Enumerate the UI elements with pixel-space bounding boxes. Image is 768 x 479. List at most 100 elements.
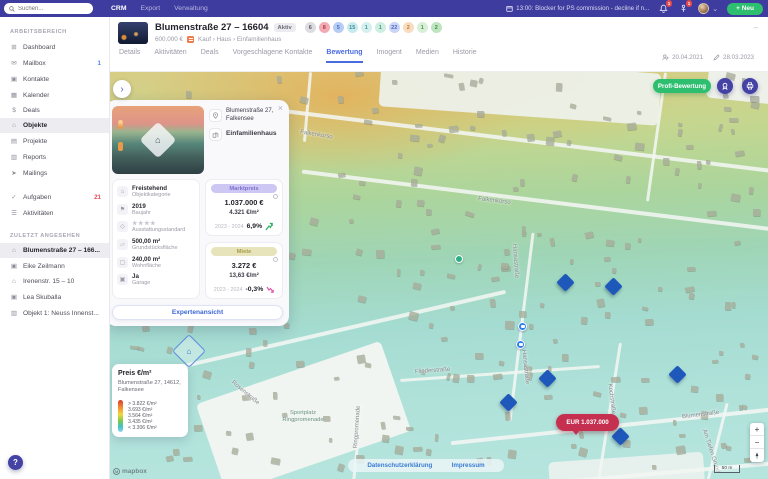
compass-button[interactable] <box>750 449 764 462</box>
tab-deals[interactable]: Deals <box>201 49 219 61</box>
sidebar-item-label: Reports <box>23 154 46 161</box>
breadcrumb: Kauf › Haus › Einfamilienhaus <box>198 36 281 43</box>
tab-aktivitaeten[interactable]: Aktivitäten <box>154 49 186 61</box>
collapse-header-button[interactable]: – <box>754 23 758 32</box>
nav-export[interactable]: Export <box>140 5 160 12</box>
recent-item-contact[interactable]: ▣Lea Skuballa <box>0 289 109 305</box>
count-badge[interactable]: 6 <box>305 22 316 33</box>
mapbox-attribution[interactable]: M mapbox <box>113 468 147 475</box>
info-icon[interactable] <box>273 194 278 199</box>
sidebar-item-aufgaben[interactable]: ✓Aufgaben21 <box>0 189 109 205</box>
recent-item-contact[interactable]: ▣Eike Zeilmann <box>0 258 109 274</box>
nav-crm[interactable]: CRM <box>111 5 126 12</box>
recent-item-label: Irenenstr. 15 – 10 <box>23 278 74 285</box>
count-badge[interactable]: 8 <box>319 22 330 33</box>
sidebar-item-label: Mailbox <box>23 60 46 67</box>
sidebar-item-projekte[interactable]: ▤Projekte <box>0 133 109 149</box>
zoom-in-button[interactable]: + <box>750 423 764 436</box>
map-zoom-controls: + − <box>750 423 764 462</box>
sidebar-item-deals[interactable]: $Deals <box>0 103 109 118</box>
mailbox-badge: 1 <box>98 60 101 67</box>
trend-down-icon <box>266 285 274 294</box>
chevron-down-icon[interactable]: ⌄ <box>712 5 718 13</box>
price-marker[interactable]: EUR 1.037.000 <box>556 414 619 431</box>
miete-per-sqm: 13,63 €/m² <box>211 272 277 279</box>
sidebar-section-recent: ZULETZT ANGESEHEN <box>10 233 109 239</box>
bus-stop-icon[interactable] <box>516 340 525 349</box>
poi-marker[interactable] <box>455 255 463 263</box>
sidebar-item-dashboard[interactable]: ⊞Dashboard <box>0 39 109 55</box>
new-button[interactable]: + Neu <box>727 3 763 15</box>
house-icon: ⌂ <box>10 278 18 285</box>
tab-imogent[interactable]: Imogent <box>377 49 402 61</box>
expand-panel-button[interactable]: › <box>113 80 131 98</box>
header-dates: 20.04.2021 28.03.2023 <box>662 54 754 61</box>
printer-icon <box>746 82 754 90</box>
recent-item-object[interactable]: ⌂ Irenenstr. 15 – 10 <box>0 274 109 289</box>
tab-bewertung[interactable]: Bewertung <box>326 49 362 63</box>
object-header: – Blumenstraße 27 – 16604 Aktiv 6 8 5 15… <box>110 17 768 72</box>
list-icon: ☰ <box>10 209 18 217</box>
building-icon: ▥ <box>10 309 18 317</box>
sidebar-item-aktivitaeten[interactable]: ☰ Aktivitäten <box>0 205 109 221</box>
house-icon: ⌂ <box>117 186 128 197</box>
datenschutz-link[interactable]: Datenschutzerklärung <box>367 462 432 469</box>
sidebar-item-label: Aufgaben <box>23 194 51 201</box>
tab-medien[interactable]: Medien <box>416 49 439 61</box>
map-canvas[interactable]: Falkenkorso Falkenkorso Bredower Straße … <box>110 72 768 479</box>
close-icon[interactable]: × <box>278 103 283 113</box>
main-nav: CRM Export Verwaltung <box>111 5 208 12</box>
sidebar-section-workspace: ARBEITSBEREICH <box>10 29 109 35</box>
tab-historie[interactable]: Historie <box>453 49 477 61</box>
trend-up-icon <box>265 222 273 231</box>
count-badge[interactable]: 22 <box>389 22 400 33</box>
profi-bewertung-button[interactable]: Profi-Bewertung <box>653 79 711 93</box>
user-avatar[interactable] <box>698 3 709 14</box>
search-box[interactable] <box>4 3 93 14</box>
sidebar-item-mailings[interactable]: ➤Mailings <box>0 165 109 181</box>
sidebar-item-objekte[interactable]: ⌂Objekte <box>0 118 109 133</box>
detail-row: ⚑2019Baujahr <box>117 203 195 216</box>
nav-verwaltung[interactable]: Verwaltung <box>174 5 208 12</box>
sidebar-item-mailbox[interactable]: ✉Mailbox1 <box>0 55 109 71</box>
zoom-out-button[interactable]: − <box>750 436 764 449</box>
count-badge[interactable]: 2 <box>431 22 442 33</box>
count-badge[interactable]: 2 <box>403 22 414 33</box>
count-badge[interactable]: 1 <box>361 22 372 33</box>
tab-details[interactable]: Details <box>119 49 140 61</box>
property-type-text: Einfamilienhaus <box>226 130 277 138</box>
count-badge[interactable]: 5 <box>333 22 344 33</box>
recent-item-object[interactable]: ▥Objekt 1: Neuss Innenst... <box>0 305 109 321</box>
signal-button[interactable]: 1 <box>678 3 689 14</box>
miete-card: Miete 3.272 € 13,63 €/m² 2023 - 2024 -0,… <box>205 242 283 299</box>
expertenansicht-button[interactable]: Expertenansicht <box>112 305 283 320</box>
count-badge[interactable]: 1 <box>375 22 386 33</box>
search-icon <box>9 6 15 12</box>
event-text: 13:00: Blocker for PS commission - decli… <box>516 5 649 12</box>
help-button[interactable]: ? <box>8 455 23 470</box>
tab-vorgeschlagene-kontakte[interactable]: Vorgeschlagene Kontakte <box>233 49 313 61</box>
recent-item-blumenstrasse[interactable]: ⌂Blumenstraße 27 – 166... <box>0 243 109 258</box>
sidebar-item-reports[interactable]: ▥ Reports <box>0 149 109 165</box>
impressum-link[interactable]: Impressum <box>452 462 485 469</box>
sidebar-item-kontakte[interactable]: ▣Kontakte <box>0 71 109 87</box>
property-details-card: ⌂FreistehendObjektkategorie ⚑2019Baujahr… <box>112 179 200 299</box>
calendar-event-reminder[interactable]: 13:00: Blocker for PS commission - decli… <box>506 5 649 12</box>
sidebar-item-kalender[interactable]: ▦Kalender <box>0 87 109 103</box>
document-icon[interactable] <box>187 36 194 43</box>
count-badge[interactable]: 1 <box>417 22 428 33</box>
info-icon[interactable] <box>273 257 278 262</box>
bus-stop-icon[interactable] <box>518 322 527 331</box>
page-title: Blumenstraße 27 – 16604 <box>155 22 269 33</box>
search-input[interactable] <box>18 6 88 12</box>
sidebar-item-label: Kalender <box>23 92 49 99</box>
print-button[interactable] <box>742 78 758 94</box>
projects-icon: ▤ <box>10 137 18 145</box>
notifications-button[interactable]: 1 <box>658 3 669 14</box>
contact-card-icon: ▣ <box>10 262 18 270</box>
sidebar-item-label: Aktivitäten <box>23 210 53 217</box>
chart-icon: ▥ <box>10 153 18 161</box>
marktpreis-card: Marktpreis 1.037.000 € 4.321 €/m² 2023 -… <box>205 179 283 236</box>
count-badge[interactable]: 15 <box>347 22 358 33</box>
certificate-button[interactable] <box>717 78 733 94</box>
